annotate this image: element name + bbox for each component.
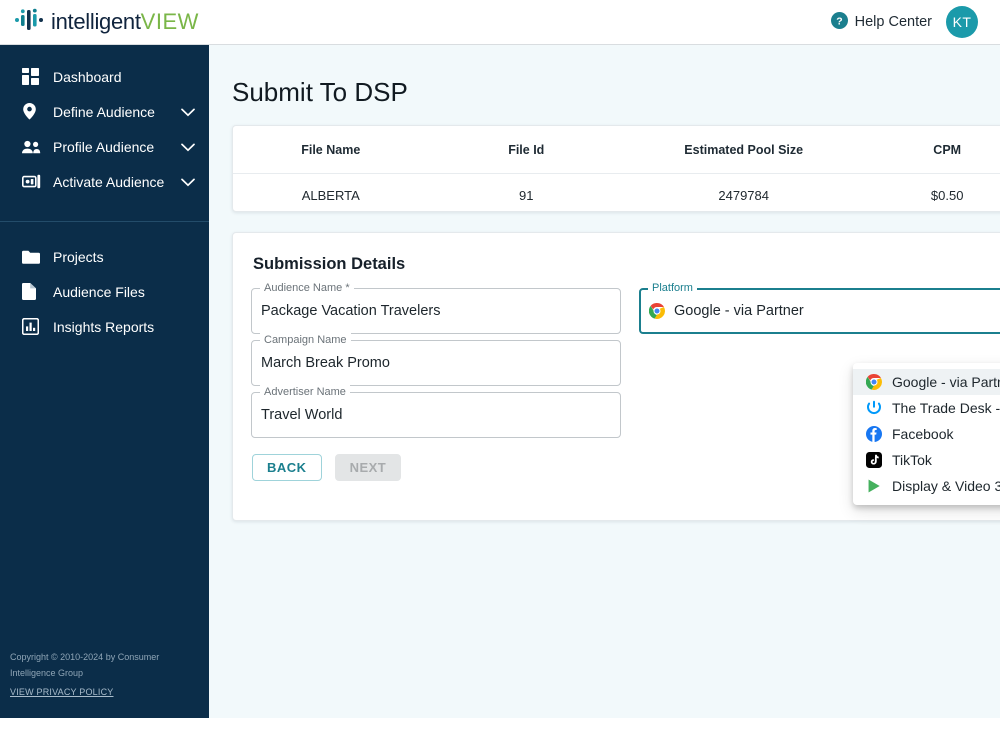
platform-select-field[interactable]: Platform Google - via Partner <box>639 281 1000 334</box>
dropdown-option-label: Google - via Partner <box>892 374 1000 390</box>
sidebar-item-dashboard[interactable]: Dashboard <box>0 59 209 94</box>
sidebar-label: Activate Audience <box>53 173 165 190</box>
dashboard-grid-icon <box>22 68 44 85</box>
sidebar-item-profile-audience[interactable]: Profile Audience <box>0 129 209 164</box>
dropdown-option-google[interactable]: Google - via Partner <box>853 369 1000 395</box>
section-title: Submission Details <box>253 255 406 273</box>
audience-name-input[interactable]: Package Vacation Travelers <box>261 288 611 334</box>
sidebar-nav: Dashboard Define Audience Profile Audien… <box>0 45 209 718</box>
logo-text-primary: intelligent <box>51 9 141 34</box>
platform-selected-value: Google - via Partner <box>674 303 804 319</box>
question-circle-icon: ? <box>830 11 848 33</box>
dropdown-option-facebook[interactable]: Facebook <box>853 421 1000 447</box>
campaign-name-field[interactable]: Campaign Name March Break Promo <box>251 333 621 386</box>
ad-device-icon <box>22 174 44 189</box>
advertiser-name-input[interactable]: Travel World <box>261 392 611 438</box>
facebook-icon <box>866 426 882 442</box>
sidebar-label: Audience Files <box>53 283 145 300</box>
cell-pool-size: 2479784 <box>718 188 769 203</box>
app-root: intelligent VIEW ? Help Center KT Dashbo… <box>0 0 1000 740</box>
back-button[interactable]: BACK <box>252 454 322 481</box>
app-logo[interactable]: intelligent VIEW <box>14 7 199 38</box>
campaign-name-input[interactable]: March Break Promo <box>261 340 611 386</box>
sidebar-item-projects[interactable]: Projects <box>0 239 209 274</box>
folder-icon <box>22 250 44 264</box>
logo-text-secondary: VIEW <box>140 9 199 34</box>
sidebar-item-define-audience[interactable]: Define Audience <box>0 94 209 129</box>
advertiser-name-field[interactable]: Advertiser Name Travel World <box>251 385 621 438</box>
form-column-left: Audience Name * Package Vacation Travele… <box>251 281 621 481</box>
column-header-file-name: File Name <box>233 126 429 174</box>
people-group-icon <box>22 140 44 154</box>
top-header: intelligent VIEW ? Help Center KT <box>0 0 1000 45</box>
column-header-cpm: CPM <box>863 126 1000 174</box>
sidebar-label: Dashboard <box>53 68 122 85</box>
sidebar-label: Profile Audience <box>53 138 155 155</box>
sidebar-item-activate-audience[interactable]: Activate Audience <box>0 164 209 199</box>
file-summary-table: File Name File Id Estimated Pool Size CP… <box>233 126 1000 212</box>
platform-selected-value-wrap[interactable]: Google - via Partner <box>649 288 999 334</box>
help-center-label: Help Center <box>854 14 932 30</box>
dv360-icon <box>866 478 882 494</box>
cell-file-name: ALBERTA <box>301 188 360 203</box>
cell-file-id: 91 <box>519 188 534 203</box>
sidebar-footer: Copyright © 2010-2024 by Consumer Intell… <box>0 649 209 700</box>
platform-dropdown-menu: Google - via Partner The Trade Desk - vi… <box>853 363 1000 505</box>
page-bottom-area <box>0 718 1000 740</box>
chevron-down-icon[interactable] <box>181 174 195 190</box>
chrome-icon <box>649 303 665 319</box>
tiktok-icon <box>866 452 882 468</box>
main-content: Submit To DSP File Name File Id Estimate… <box>209 45 1000 718</box>
dropdown-option-dv360[interactable]: Display & Video 360 <box>853 473 1000 499</box>
dropdown-option-label: TikTok <box>892 452 932 468</box>
document-icon <box>22 283 44 300</box>
audience-name-field[interactable]: Audience Name * Package Vacation Travele… <box>251 281 621 334</box>
sidebar-label: Define Audience <box>53 103 155 120</box>
sidebar-item-audience-files[interactable]: Audience Files <box>0 274 209 309</box>
cell-cpm: $0.50 <box>930 188 964 203</box>
bar-chart-icon <box>22 318 44 335</box>
form-actions: BACK NEXT <box>252 454 621 481</box>
column-header-pool-size: Estimated Pool Size <box>624 126 864 174</box>
file-summary-card: File Name File Id Estimated Pool Size CP… <box>232 125 1000 212</box>
column-header-file-id: File Id <box>428 126 624 174</box>
chevron-down-icon[interactable] <box>181 104 195 120</box>
next-button[interactable]: NEXT <box>334 454 402 481</box>
logo-wordmark: intelligent VIEW <box>51 9 199 35</box>
chevron-down-icon[interactable] <box>181 139 195 155</box>
sidebar-group-primary: Dashboard Define Audience Profile Audien… <box>0 45 209 199</box>
dropdown-option-tiktok[interactable]: TikTok <box>853 447 1000 473</box>
copyright-text: Copyright © 2010-2024 by Consumer Intell… <box>10 652 160 678</box>
sidebar-item-insights-reports[interactable]: Insights Reports <box>0 309 209 344</box>
location-pin-icon <box>22 103 44 120</box>
user-avatar[interactable]: KT <box>946 6 978 38</box>
help-center-link[interactable]: ? Help Center <box>830 11 932 33</box>
trade-desk-icon <box>866 400 882 416</box>
sidebar-label: Projects <box>53 248 104 265</box>
table-header-row: File Name File Id Estimated Pool Size CP… <box>233 126 1000 174</box>
bars-logo-icon <box>14 7 44 38</box>
header-actions: ? Help Center KT <box>830 6 978 38</box>
sidebar-label: Insights Reports <box>53 318 155 335</box>
privacy-policy-link[interactable]: VIEW PRIVACY POLICY <box>10 684 114 700</box>
page-title: Submit To DSP <box>232 77 408 107</box>
dropdown-option-label: Display & Video 360 <box>892 478 1000 494</box>
dropdown-option-label: Facebook <box>892 426 954 442</box>
dropdown-option-label: The Trade Desk - via Partner <box>892 400 1000 416</box>
svg-text:?: ? <box>836 15 842 27</box>
table-row: ALBERTA 91 2479784 $0.50 <box>233 174 1000 212</box>
sidebar-group-secondary: Projects Audience Files Insights Reports <box>0 222 209 344</box>
dropdown-option-trade-desk[interactable]: The Trade Desk - via Partner <box>853 395 1000 421</box>
chrome-icon <box>866 374 882 390</box>
